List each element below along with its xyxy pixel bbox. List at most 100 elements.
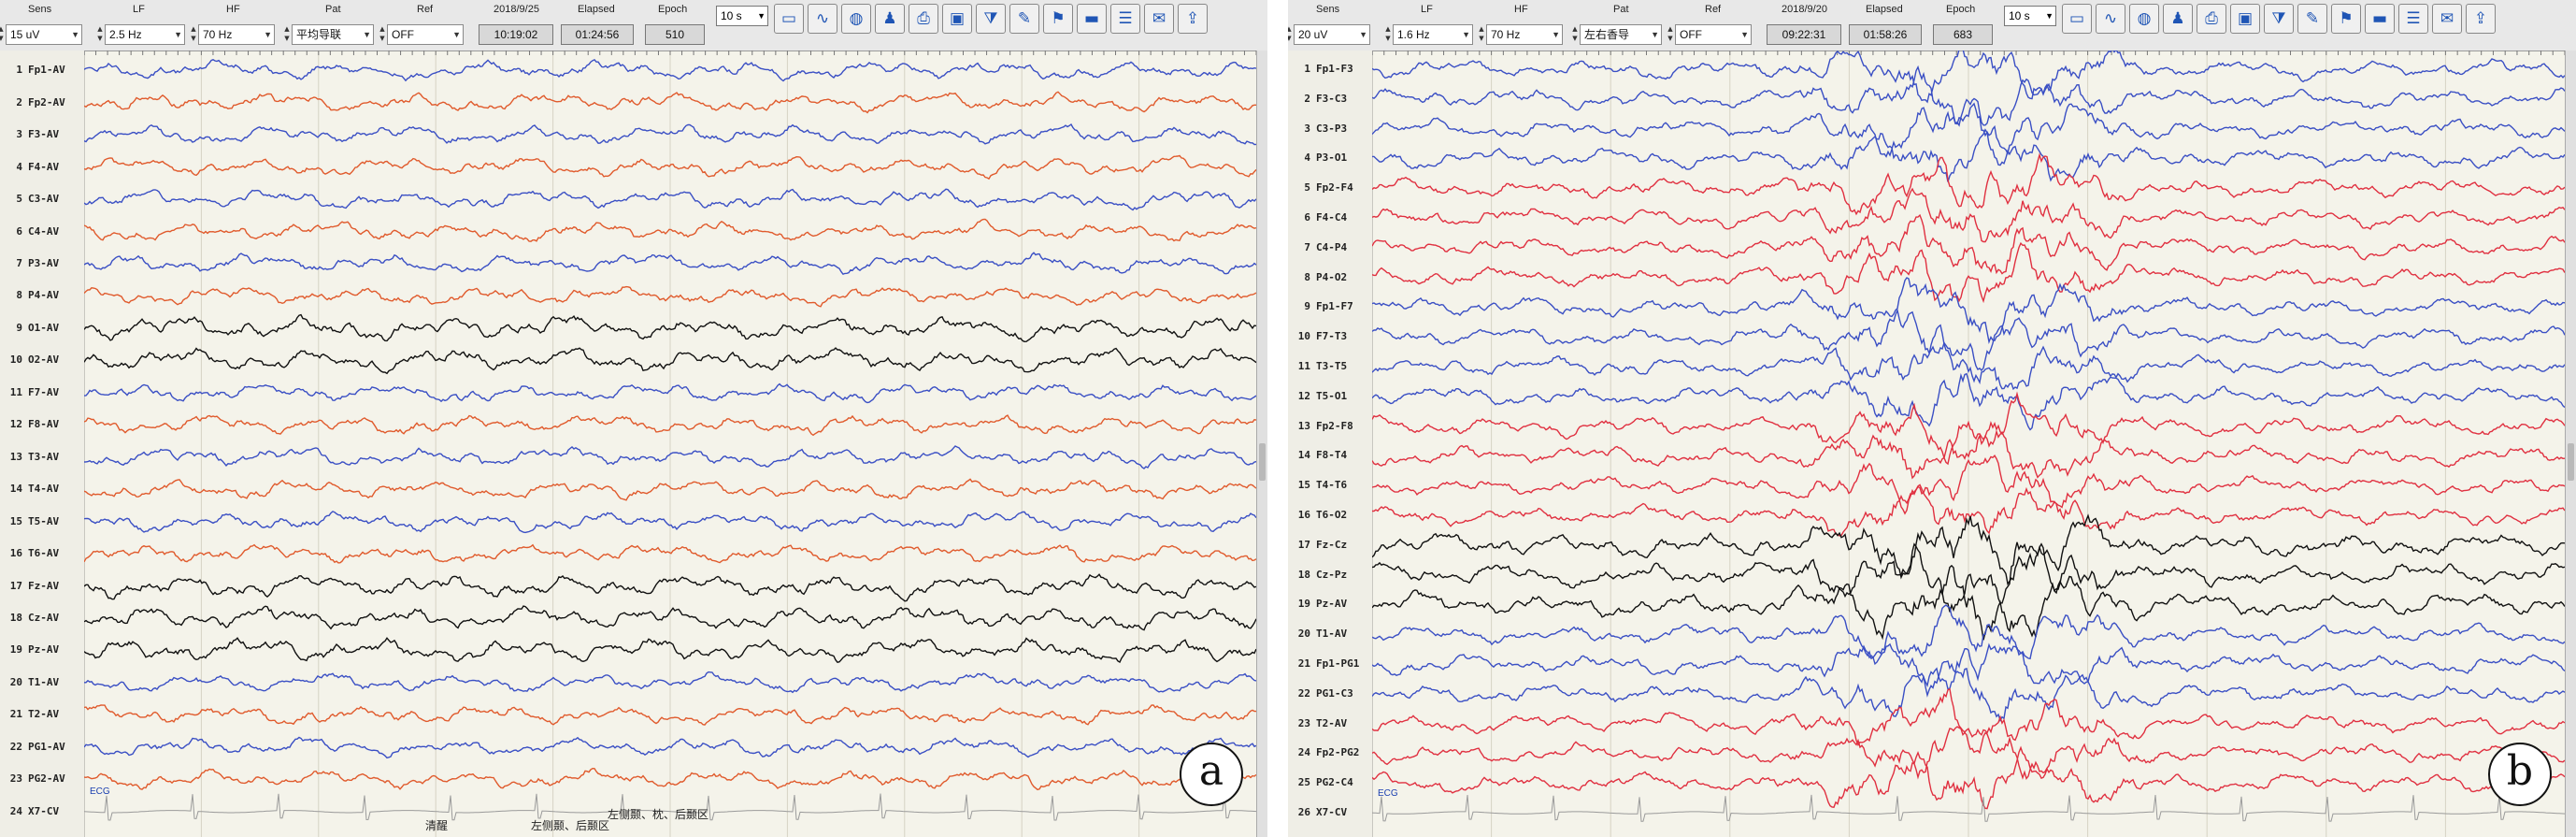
hf-select[interactable]: 70 Hz ▼ bbox=[1486, 24, 1563, 45]
hf-select[interactable]: 70 Hz ▼ bbox=[198, 24, 275, 45]
channel-label[interactable]: 3 F3-AV bbox=[2, 128, 82, 140]
folder-button[interactable]: ▭ bbox=[2062, 4, 2092, 34]
lf-spinner[interactable]: ▲ ▼ bbox=[1383, 24, 1393, 45]
channel-label[interactable]: 21 Fp1-PG1 bbox=[1290, 657, 1370, 670]
save-button[interactable]: ▣ bbox=[2230, 4, 2260, 34]
eeg-trace-area[interactable] bbox=[84, 51, 1256, 837]
channel-label[interactable]: 2 F3-C3 bbox=[1290, 93, 1370, 105]
channel-label[interactable]: 18 Cz-AV bbox=[2, 612, 82, 624]
hf-spinner[interactable]: ▲ ▼ bbox=[1477, 24, 1486, 45]
event-annotation[interactable]: 左侧颞、枕、后颞区 bbox=[608, 806, 708, 822]
channel-label[interactable]: 18 Cz-Pz bbox=[1290, 569, 1370, 581]
channel-label[interactable]: 2 Fp2-AV bbox=[2, 96, 82, 108]
channel-label[interactable]: 9 Fp1-F7 bbox=[1290, 300, 1370, 312]
eeg-trace-area[interactable] bbox=[1372, 51, 2565, 837]
channel-label[interactable]: 16 T6-O2 bbox=[1290, 509, 1370, 521]
channel-label[interactable]: 13 Fp2-F8 bbox=[1290, 420, 1370, 432]
channel-label[interactable]: 20 T1-AV bbox=[1290, 628, 1370, 640]
export-button[interactable]: ⇪ bbox=[2466, 4, 2496, 34]
event-annotation[interactable]: 清醒 bbox=[425, 817, 448, 833]
filter-button[interactable]: ⧩ bbox=[976, 4, 1006, 34]
channel-label[interactable]: 21 T2-AV bbox=[2, 708, 82, 720]
chart-button[interactable]: ∿ bbox=[2096, 4, 2125, 34]
channel-label[interactable]: 17 Fz-AV bbox=[2, 580, 82, 592]
channel-label[interactable]: 4 P3-O1 bbox=[1290, 152, 1370, 164]
channel-label[interactable]: 10 O2-AV bbox=[2, 354, 82, 366]
channel-label[interactable]: 14 T4-AV bbox=[2, 483, 82, 495]
scrollbar-thumb[interactable] bbox=[1259, 443, 1266, 481]
ruler-button[interactable]: ▬ bbox=[2365, 4, 2395, 34]
save-button[interactable]: ▣ bbox=[942, 4, 972, 34]
channel-label[interactable]: 7 P3-AV bbox=[2, 257, 82, 269]
printer-button[interactable]: ⎙ bbox=[2197, 4, 2226, 34]
channel-label[interactable]: 15 T4-T6 bbox=[1290, 479, 1370, 491]
sweep-select[interactable]: 10 s ▼ bbox=[2004, 6, 2056, 26]
export-button[interactable]: ⇪ bbox=[1178, 4, 1208, 34]
ref-spinner[interactable]: ▲ ▼ bbox=[1666, 24, 1675, 45]
globe-button[interactable]: ◍ bbox=[841, 4, 871, 34]
channel-label[interactable]: 11 F7-AV bbox=[2, 386, 82, 398]
channel-label[interactable]: 25 PG2-C4 bbox=[1290, 776, 1370, 788]
person-button[interactable]: ♟ bbox=[2163, 4, 2193, 34]
ref-spinner[interactable]: ▲ ▼ bbox=[378, 24, 387, 45]
montage-button[interactable]: ☰ bbox=[2398, 4, 2428, 34]
ref-select[interactable]: OFF ▼ bbox=[387, 24, 464, 45]
channel-label[interactable]: 24 X7-CV bbox=[2, 805, 82, 817]
channel-label[interactable]: 8 P4-AV bbox=[2, 289, 82, 301]
pat-select[interactable]: 平均导联 ▼ bbox=[292, 24, 374, 45]
person-button[interactable]: ♟ bbox=[875, 4, 905, 34]
channel-label[interactable]: 20 T1-AV bbox=[2, 676, 82, 688]
channel-label[interactable]: 6 C4-AV bbox=[2, 225, 82, 238]
folder-button[interactable]: ▭ bbox=[774, 4, 804, 34]
channel-label[interactable]: 6 F4-C4 bbox=[1290, 211, 1370, 224]
pat-spinner[interactable]: ▲ ▼ bbox=[1570, 24, 1580, 45]
channel-label[interactable]: 23 PG2-AV bbox=[2, 772, 82, 785]
lf-select[interactable]: 1.6 Hz ▼ bbox=[1393, 24, 1473, 45]
channel-label[interactable]: 17 Fz-Cz bbox=[1290, 539, 1370, 551]
channel-label[interactable]: 15 T5-AV bbox=[2, 515, 82, 527]
ruler-button[interactable]: ▬ bbox=[1077, 4, 1107, 34]
channel-label[interactable]: 23 T2-AV bbox=[1290, 717, 1370, 729]
channel-label[interactable]: 10 F7-T3 bbox=[1290, 330, 1370, 342]
channel-label[interactable]: 5 Fp2-F4 bbox=[1290, 181, 1370, 194]
marker-button[interactable]: ⚑ bbox=[2331, 4, 2361, 34]
scrollbar-thumb[interactable] bbox=[2568, 443, 2574, 481]
vertical-scrollbar[interactable] bbox=[2565, 51, 2576, 837]
marker-button[interactable]: ⚑ bbox=[1043, 4, 1073, 34]
channel-label[interactable]: 14 F8-T4 bbox=[1290, 449, 1370, 461]
channel-label[interactable]: 22 PG1-C3 bbox=[1290, 687, 1370, 700]
channel-label[interactable]: 8 P4-O2 bbox=[1290, 271, 1370, 283]
lf-select[interactable]: 2.5 Hz ▼ bbox=[105, 24, 185, 45]
channel-label[interactable]: 1 Fp1-AV bbox=[2, 64, 82, 76]
hf-spinner[interactable]: ▲ ▼ bbox=[189, 24, 198, 45]
channel-label[interactable]: 16 T6-AV bbox=[2, 547, 82, 559]
channel-label[interactable]: 13 T3-AV bbox=[2, 451, 82, 463]
pat-spinner[interactable]: ▲ ▼ bbox=[282, 24, 292, 45]
channel-label[interactable]: 12 T5-O1 bbox=[1290, 390, 1370, 402]
channel-label[interactable]: 12 F8-AV bbox=[2, 418, 82, 430]
pat-select[interactable]: 左右香导 ▼ bbox=[1580, 24, 1662, 45]
montage-button[interactable]: ☰ bbox=[1110, 4, 1140, 34]
edit-button[interactable]: ✎ bbox=[2297, 4, 2327, 34]
channel-label[interactable]: 11 T3-T5 bbox=[1290, 360, 1370, 372]
channel-label[interactable]: 7 C4-P4 bbox=[1290, 241, 1370, 253]
channel-label[interactable]: 5 C3-AV bbox=[2, 193, 82, 205]
globe-button[interactable]: ◍ bbox=[2129, 4, 2159, 34]
sens-select[interactable]: 20 uV ▼ bbox=[1294, 24, 1370, 45]
channel-label[interactable]: 26 X7-CV bbox=[1290, 806, 1370, 818]
chart-button[interactable]: ∿ bbox=[808, 4, 837, 34]
filter-button[interactable]: ⧩ bbox=[2264, 4, 2294, 34]
channel-label[interactable]: 1 Fp1-F3 bbox=[1290, 63, 1370, 75]
sens-select[interactable]: 15 uV ▼ bbox=[6, 24, 82, 45]
edit-button[interactable]: ✎ bbox=[1009, 4, 1039, 34]
ref-select[interactable]: OFF ▼ bbox=[1675, 24, 1752, 45]
note-button[interactable]: ✉ bbox=[1144, 4, 1174, 34]
sweep-select[interactable]: 10 s ▼ bbox=[716, 6, 768, 26]
channel-label[interactable]: 19 Pz-AV bbox=[2, 643, 82, 656]
channel-label[interactable]: 3 C3-P3 bbox=[1290, 123, 1370, 135]
channel-label[interactable]: 19 Pz-AV bbox=[1290, 598, 1370, 610]
note-button[interactable]: ✉ bbox=[2432, 4, 2462, 34]
channel-label[interactable]: 22 PG1-AV bbox=[2, 741, 82, 753]
lf-spinner[interactable]: ▲ ▼ bbox=[95, 24, 105, 45]
printer-button[interactable]: ⎙ bbox=[909, 4, 938, 34]
